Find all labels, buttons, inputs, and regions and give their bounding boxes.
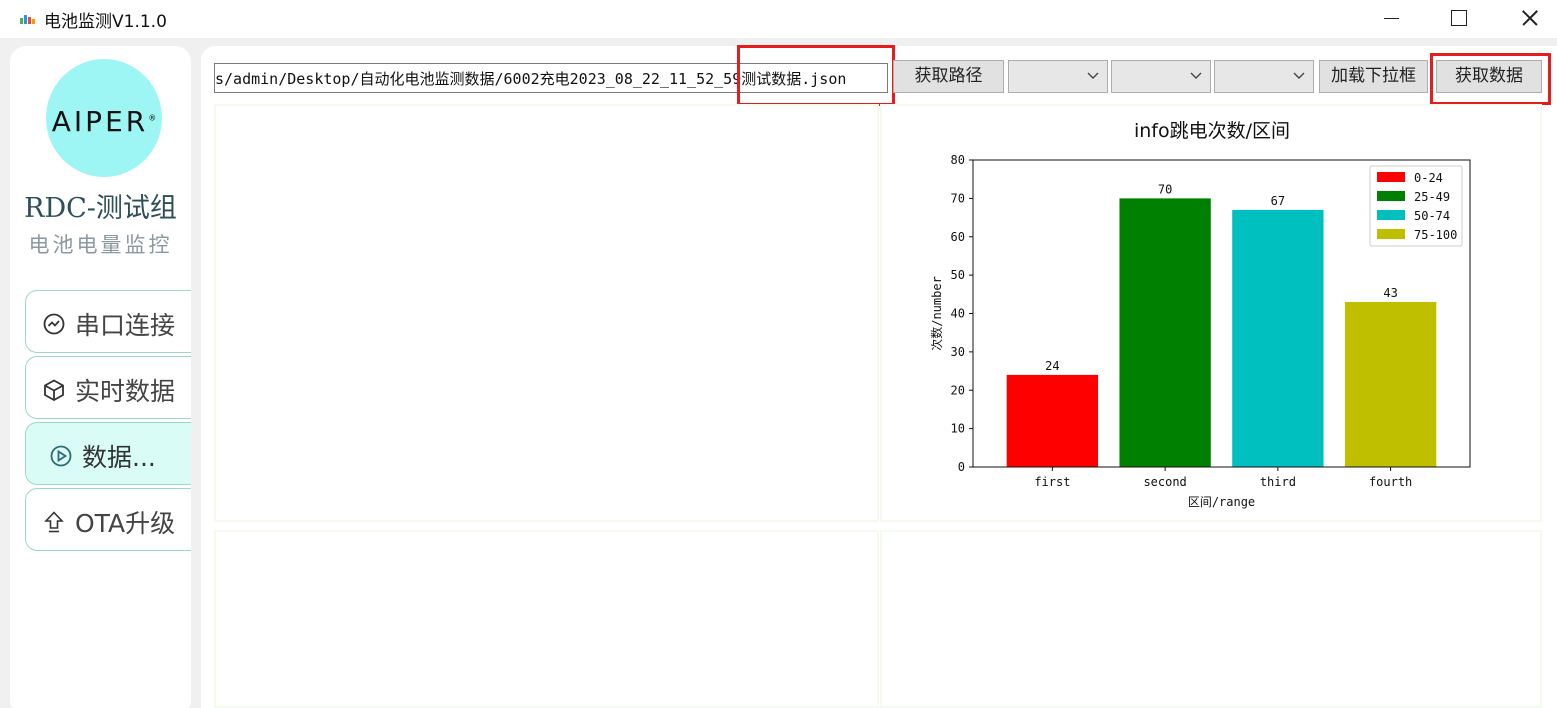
highlight-box-filename bbox=[737, 45, 895, 106]
app-icon bbox=[20, 12, 36, 24]
nav-label: 实时数据 bbox=[75, 377, 176, 406]
window-title: 电池监测V1.1.0 bbox=[44, 12, 167, 32]
chart-panel-bottom-left bbox=[214, 530, 879, 708]
minimize-button[interactable] bbox=[1362, 0, 1418, 36]
team-name: RDC-测试组 bbox=[24, 193, 177, 224]
nav-item-serial-connect[interactable]: 串口连接 bbox=[25, 290, 191, 353]
app-subtitle: 电池电量监控 bbox=[28, 233, 173, 257]
maximize-button[interactable] bbox=[1430, 0, 1486, 36]
sidebar: AIPER® RDC-测试组 电池电量监控 串口连接 实时数据 数据... OT… bbox=[10, 46, 191, 708]
combo-box-3[interactable] bbox=[1214, 60, 1314, 93]
chart-circle-icon bbox=[43, 313, 65, 335]
chart-panel-top-left bbox=[214, 104, 879, 522]
logo-text: AIPER® bbox=[51, 105, 157, 138]
combo-box-1[interactable] bbox=[1008, 60, 1108, 93]
chart-title: info跳电次数/区间 bbox=[1133, 120, 1291, 142]
chart-panel-bottom-right bbox=[880, 530, 1542, 708]
chart-panel-top-right bbox=[880, 104, 1542, 522]
nav-label: 数据... bbox=[82, 443, 156, 472]
nav-item-ota-upgrade[interactable]: OTA升级 bbox=[25, 488, 191, 551]
chevron-down-icon bbox=[1087, 72, 1099, 79]
chevron-down-icon bbox=[1190, 72, 1202, 79]
play-circle-icon bbox=[50, 445, 72, 467]
cube-icon bbox=[44, 379, 64, 401]
aiper-logo: AIPER® bbox=[46, 59, 162, 177]
title-bar: 电池监测V1.1.0 bbox=[0, 0, 1557, 38]
close-button[interactable] bbox=[1500, 0, 1556, 36]
nav-label: 串口连接 bbox=[75, 311, 176, 340]
get-path-button[interactable]: 获取路径 bbox=[893, 60, 1004, 93]
upload-arrow-icon bbox=[44, 511, 64, 533]
load-dropdown-button[interactable]: 加载下拉框 bbox=[1319, 60, 1428, 93]
combo-box-2[interactable] bbox=[1111, 60, 1211, 93]
highlight-box-get-data bbox=[1430, 53, 1551, 105]
nav-item-data-analysis[interactable]: 数据... bbox=[25, 422, 191, 485]
chevron-down-icon bbox=[1293, 72, 1305, 79]
nav-label: OTA升级 bbox=[75, 509, 176, 538]
nav-item-realtime-data[interactable]: 实时数据 bbox=[25, 356, 191, 419]
